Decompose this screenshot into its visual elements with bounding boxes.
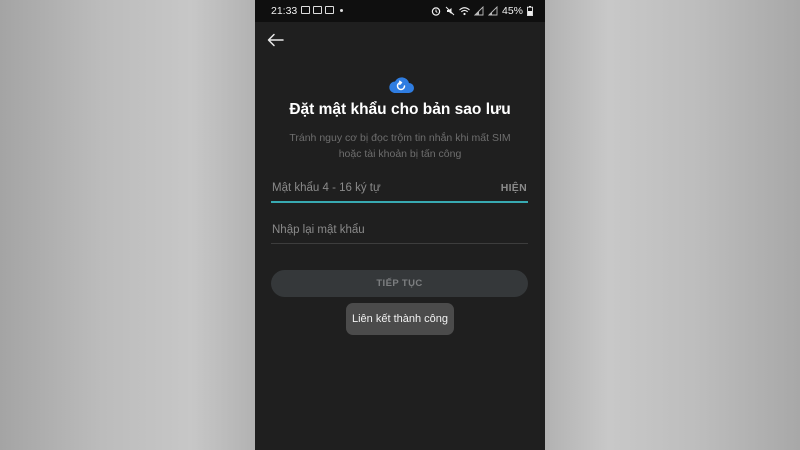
mute-icon [445,6,455,16]
battery-percent: 45% [501,5,523,17]
confirm-password-input[interactable]: Nhập lại mật khẩu [271,218,528,244]
background-left [0,0,255,450]
phone-screen: 21:33 45% Đặt mật khẩu cho bản sao lưu T… [255,0,545,450]
status-system-icons: 45% [431,5,533,17]
signal-icon [473,6,484,16]
wifi-icon [459,6,470,16]
background-right [545,0,800,450]
messenger-icon [313,6,322,14]
notification-icons [301,6,343,14]
arrow-left-icon [267,33,284,47]
alarm-icon [431,6,441,16]
status-bar: 21:33 45% [255,0,545,22]
messenger-icon [325,6,334,14]
page-title: Đặt mật khẩu cho bản sao lưu [289,101,511,118]
image-icon [301,6,310,14]
more-dot-icon [340,8,343,12]
continue-button[interactable]: TIẾP TỤC [271,270,528,297]
show-password-button[interactable]: HIỆN [501,182,527,194]
cloud-backup-icon [387,74,415,94]
subtitle-line: hoặc tài khoản bị tấn công [338,148,462,160]
confirm-password-placeholder: Nhập lại mật khẩu [272,224,365,236]
battery-icon [527,6,533,16]
back-button[interactable] [265,30,287,50]
page-subtitle: Tránh nguy cơ bị đọc trộm tin nhắn khi m… [280,130,520,162]
signal-icon [487,6,498,16]
password-placeholder: Mật khẩu 4 - 16 ký tự [272,182,381,194]
status-time: 21:33 [271,5,298,17]
toast-message: Liên kết thành công [346,303,454,335]
subtitle-line: Tránh nguy cơ bị đọc trộm tin nhắn khi m… [289,132,511,144]
password-input[interactable]: Mật khẩu 4 - 16 ký tự HIỆN [271,176,528,203]
